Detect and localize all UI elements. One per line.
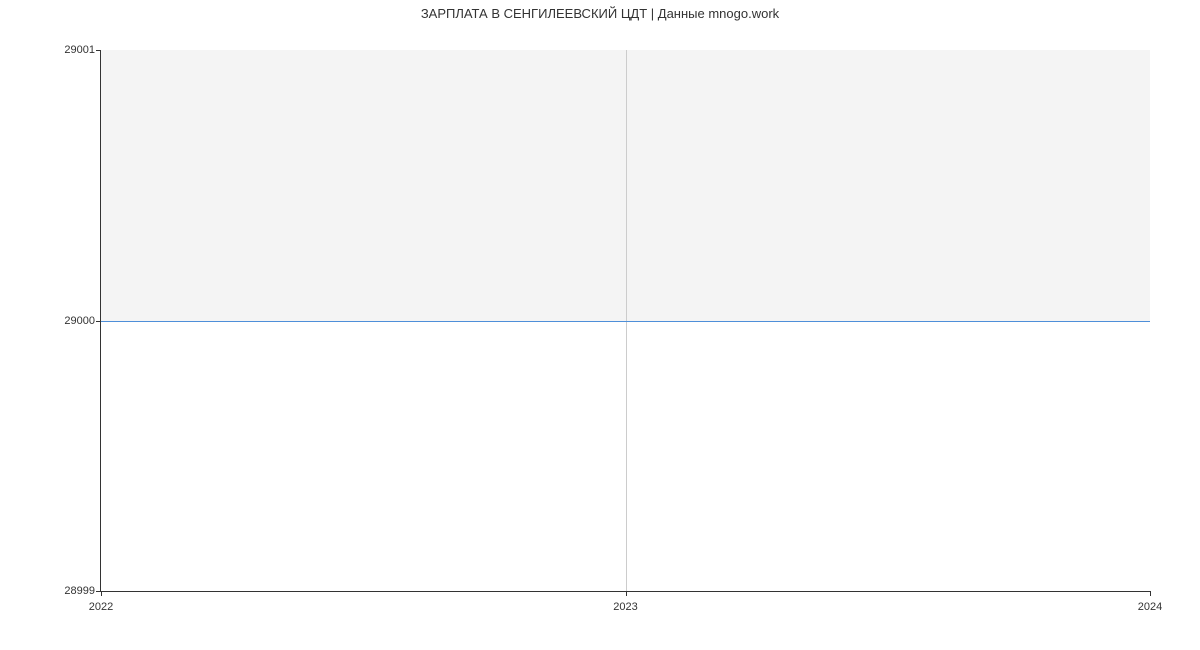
- data-series-line: [101, 321, 1150, 322]
- xtick-mark: [1150, 591, 1151, 596]
- chart-container: ЗАРПЛАТА В СЕНГИЛЕЕВСКИЙ ЦДТ | Данные mn…: [0, 0, 1200, 650]
- ytick-label: 28999: [64, 585, 101, 597]
- xtick-label: 2023: [613, 601, 637, 613]
- xtick-label: 2024: [1138, 601, 1162, 613]
- xtick-mark: [626, 591, 627, 596]
- ytick-label: 29001: [64, 44, 101, 56]
- chart-title: ЗАРПЛАТА В СЕНГИЛЕЕВСКИЙ ЦДТ | Данные mn…: [0, 6, 1200, 21]
- plot-area: 29001 29000 28999 2022 2023 2024: [100, 50, 1150, 592]
- xtick-label: 2022: [89, 601, 113, 613]
- ytick-label: 29000: [64, 315, 101, 327]
- xtick-mark: [101, 591, 102, 596]
